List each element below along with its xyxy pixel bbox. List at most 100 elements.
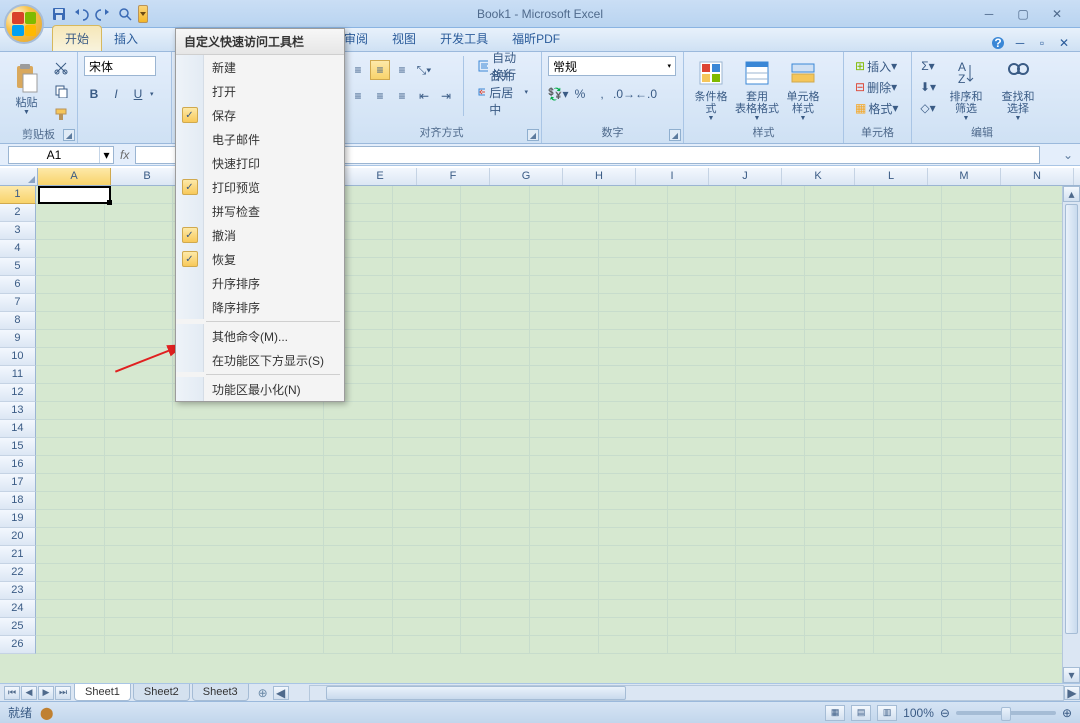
menu-item-2[interactable]: 保存 — [176, 103, 344, 127]
cell[interactable] — [599, 546, 668, 564]
cell[interactable] — [393, 384, 462, 402]
orientation-icon[interactable]: ⤡▾ — [414, 60, 434, 80]
font-name-input[interactable]: 宋体 — [84, 56, 156, 76]
vertical-scrollbar[interactable]: ▴ ▾ — [1062, 186, 1080, 683]
cell[interactable] — [393, 330, 462, 348]
cell[interactable] — [599, 276, 668, 294]
cell[interactable] — [36, 600, 105, 618]
cell[interactable] — [599, 492, 668, 510]
cell[interactable] — [36, 204, 105, 222]
cell[interactable] — [805, 456, 874, 474]
qat-undo-icon[interactable] — [72, 5, 90, 23]
row-header-10[interactable]: 10 — [0, 348, 36, 366]
cell[interactable] — [736, 366, 805, 384]
cell[interactable] — [736, 456, 805, 474]
cell[interactable] — [805, 528, 874, 546]
cell[interactable] — [105, 240, 174, 258]
cell[interactable] — [736, 222, 805, 240]
scroll-up-button[interactable]: ▴ — [1063, 186, 1080, 202]
cell[interactable] — [105, 348, 174, 366]
vscroll-thumb[interactable] — [1065, 204, 1078, 634]
cell[interactable] — [805, 186, 874, 204]
menu-item-3[interactable]: 电子邮件 — [176, 127, 344, 151]
row-header-21[interactable]: 21 — [0, 546, 36, 564]
cell[interactable] — [173, 474, 324, 492]
cell[interactable] — [668, 510, 737, 528]
cell[interactable] — [530, 582, 599, 600]
cell[interactable] — [530, 492, 599, 510]
currency-icon[interactable]: 💱▾ — [548, 84, 568, 104]
cell[interactable] — [36, 474, 105, 492]
cell[interactable] — [942, 420, 1011, 438]
cell[interactable] — [668, 582, 737, 600]
bold-button[interactable]: B — [84, 84, 104, 104]
sheet-nav-first[interactable]: ⏮ — [4, 686, 20, 700]
cell[interactable] — [668, 384, 737, 402]
cell[interactable] — [461, 438, 530, 456]
underline-button[interactable]: U — [128, 84, 148, 104]
cell[interactable] — [942, 600, 1011, 618]
cell[interactable] — [599, 600, 668, 618]
cell[interactable] — [668, 204, 737, 222]
cell[interactable] — [668, 546, 737, 564]
paste-button[interactable]: 粘贴 ▼ — [6, 56, 47, 122]
view-pagebreak-icon[interactable]: ▥ — [877, 705, 897, 721]
cell[interactable] — [36, 510, 105, 528]
cell[interactable] — [874, 618, 943, 636]
cell[interactable] — [324, 492, 393, 510]
cell[interactable] — [874, 636, 943, 654]
row-header-3[interactable]: 3 — [0, 222, 36, 240]
scroll-down-button[interactable]: ▾ — [1063, 667, 1080, 683]
cell[interactable] — [173, 636, 324, 654]
cell[interactable] — [324, 510, 393, 528]
cell[interactable] — [461, 492, 530, 510]
cell[interactable] — [393, 402, 462, 420]
horizontal-scrollbar[interactable] — [309, 685, 1064, 701]
cell[interactable] — [599, 240, 668, 258]
cell[interactable] — [805, 474, 874, 492]
col-header-J[interactable]: J — [709, 168, 782, 185]
cell[interactable] — [393, 366, 462, 384]
cell[interactable] — [36, 456, 105, 474]
clipboard-launcher[interactable]: ◢ — [63, 129, 75, 141]
view-normal-icon[interactable]: ▦ — [825, 705, 845, 721]
delete-cells-button[interactable]: ⊟删除 ▾ — [850, 77, 902, 97]
cell[interactable] — [530, 456, 599, 474]
cell[interactable] — [942, 636, 1011, 654]
cell[interactable] — [461, 402, 530, 420]
cell[interactable] — [668, 474, 737, 492]
cell[interactable] — [393, 222, 462, 240]
cell[interactable] — [530, 348, 599, 366]
cell[interactable] — [942, 258, 1011, 276]
cell[interactable] — [736, 438, 805, 456]
cell[interactable] — [736, 384, 805, 402]
find-select-button[interactable]: 查找和 选择▼ — [994, 56, 1042, 122]
cell[interactable] — [461, 348, 530, 366]
cell[interactable] — [942, 384, 1011, 402]
zoom-out-button[interactable]: ⊖ — [940, 706, 950, 720]
clear-icon[interactable]: ◇▾ — [918, 98, 938, 118]
cell[interactable] — [530, 618, 599, 636]
cell[interactable] — [36, 402, 105, 420]
cell[interactable] — [599, 618, 668, 636]
cell[interactable] — [461, 294, 530, 312]
cell[interactable] — [805, 258, 874, 276]
cell[interactable] — [874, 312, 943, 330]
cell[interactable] — [805, 582, 874, 600]
cell[interactable] — [668, 456, 737, 474]
cell[interactable] — [942, 438, 1011, 456]
qat-save-icon[interactable] — [50, 5, 68, 23]
cell[interactable] — [668, 222, 737, 240]
cell[interactable] — [461, 456, 530, 474]
cell[interactable] — [393, 564, 462, 582]
cell[interactable] — [393, 456, 462, 474]
cell[interactable] — [805, 618, 874, 636]
cell[interactable] — [105, 546, 174, 564]
cell[interactable] — [874, 204, 943, 222]
cell[interactable] — [599, 438, 668, 456]
cell[interactable] — [668, 276, 737, 294]
cell[interactable] — [530, 204, 599, 222]
cell[interactable] — [942, 348, 1011, 366]
doc-close-button[interactable]: ✕ — [1056, 35, 1072, 51]
cell[interactable] — [736, 474, 805, 492]
